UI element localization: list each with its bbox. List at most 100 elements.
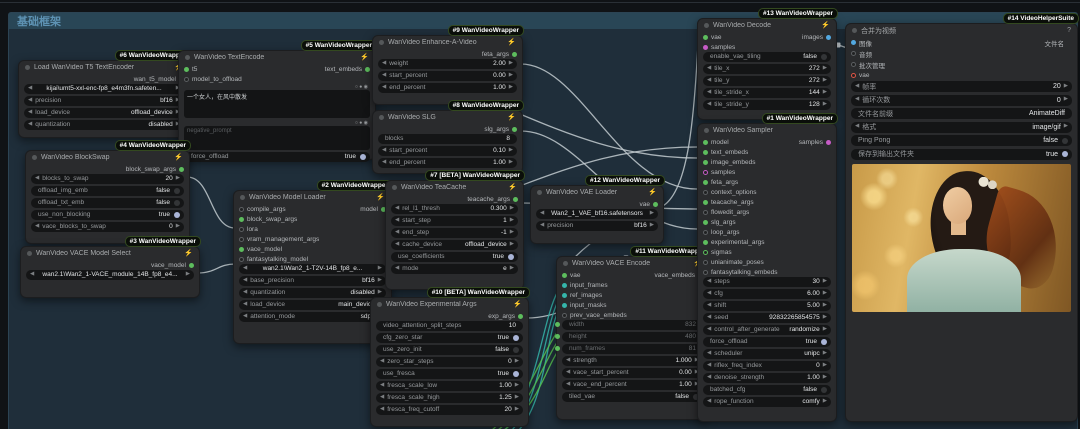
widget-use_fresca[interactable]: use_fresca true: [376, 369, 523, 379]
collapse-dot-icon[interactable]: [537, 190, 542, 195]
vace-model-select-output-vace_model[interactable]: vace_model: [151, 262, 194, 269]
input-port-dot[interactable]: [703, 34, 708, 40]
input-port-dot[interactable]: [851, 62, 856, 67]
widget-height[interactable]: height 480: [554, 332, 703, 342]
input-port-dot[interactable]: [703, 159, 708, 165]
stepper-right-icon[interactable]: ▶: [378, 289, 382, 296]
input-port-dot[interactable]: [562, 312, 567, 318]
widget-force_offload[interactable]: force_offload true: [703, 337, 831, 347]
video-combine-input-批次管理[interactable]: 批次管理: [851, 60, 885, 70]
video-combine-input-vae[interactable]: vae: [851, 72, 869, 79]
widget-保存到输出文件夹[interactable]: 保存到输出文件夹 true: [851, 148, 1072, 160]
sampler-input-samples[interactable]: samples: [703, 169, 735, 176]
sampler-input-loop_args[interactable]: loop_args: [703, 229, 740, 236]
stepper-right-icon[interactable]: ▶: [650, 222, 654, 229]
widget-文件名前缀[interactable]: 文件名前缀 AnimateDiff: [851, 108, 1072, 119]
collapse-dot-icon[interactable]: [704, 23, 709, 28]
model-loader-input-fantasytalking_model[interactable]: fantasytalking_model: [239, 256, 308, 263]
stepper-left-icon[interactable]: ◀: [707, 326, 711, 333]
stepper-left-icon[interactable]: ◀: [243, 301, 247, 308]
widget-fresca_scale_low[interactable]: ◀ fresca_scale_low 1.00 ▶: [376, 381, 523, 391]
input-port-dot[interactable]: [239, 256, 244, 262]
widget-zero_star_steps[interactable]: ◀ zero_star_steps 0 ▶: [376, 357, 523, 367]
teacache-node[interactable]: #7 [BETA] WanVideoWrapper WanVideo TeaCac…: [385, 170, 525, 290]
toggle-off-icon[interactable]: [174, 187, 180, 194]
sampler-input-experimental_args[interactable]: experimental_args: [703, 239, 764, 246]
widget-格式[interactable]: ◀ 格式 image/gif ▶: [851, 121, 1072, 133]
sampler-input-text_embeds[interactable]: text_embeds: [703, 149, 748, 156]
widget-fresca_freq_cutoff[interactable]: ◀ fresca_freq_cutoff 20 ▶: [376, 405, 523, 415]
decode-input-vae[interactable]: vae: [703, 34, 721, 41]
toggle-on-icon[interactable]: [513, 370, 519, 377]
collapse-dot-icon[interactable]: [392, 185, 397, 190]
input-port-dot[interactable]: [239, 236, 244, 242]
widget-tile_y[interactable]: ◀ tile_y 272 ▶: [703, 76, 831, 86]
stepper-left-icon[interactable]: ◀: [707, 398, 711, 405]
input-port-dot[interactable]: [184, 66, 189, 72]
output-port-dot[interactable]: [653, 201, 658, 207]
widget-riflex_freq_index[interactable]: ◀ riflex_freq_index 0 ▶: [703, 361, 831, 371]
output-port-dot[interactable]: [1067, 40, 1072, 45]
input-port-dot[interactable]: [703, 199, 708, 205]
slg-output-slg_args[interactable]: slg_args: [484, 126, 517, 133]
collapse-dot-icon[interactable]: [27, 251, 32, 256]
vae-loader-node[interactable]: #12 WanVideoWrapper WanVideo VAE Loader ⚡ v…: [530, 175, 665, 244]
slg-header[interactable]: WanVideo SLG ⚡: [373, 111, 522, 124]
input-port-dot[interactable]: [703, 269, 708, 275]
sampler-input-flowedit_args[interactable]: flowedit_args: [703, 209, 749, 216]
stepper-right-icon[interactable]: ▶: [510, 265, 514, 272]
vace-encode-input-ref_images[interactable]: ref_images: [562, 292, 602, 299]
widget-width[interactable]: width 832: [554, 320, 703, 330]
collapse-dot-icon[interactable]: [852, 28, 857, 33]
toggle-off-icon[interactable]: [821, 386, 827, 393]
stepper-left-icon[interactable]: ◀: [855, 124, 859, 130]
stepper-right-icon[interactable]: ▶: [823, 398, 827, 405]
stepper-left-icon[interactable]: ◀: [707, 278, 711, 285]
widget-use_zero_init[interactable]: use_zero_init false: [376, 345, 523, 355]
vace-encode-header[interactable]: WanVideo VACE Encode⚡: [557, 257, 708, 270]
widget-start_step[interactable]: ◀ start_step 1 ▶: [391, 216, 518, 226]
stepper-right-icon[interactable]: ▶: [823, 278, 827, 285]
stepper-left-icon[interactable]: ◀: [28, 85, 32, 92]
text-encode-header[interactable]: WanVideo TextEncode ⚡: [179, 51, 375, 64]
stepper-left-icon[interactable]: ◀: [35, 223, 39, 230]
collapse-dot-icon[interactable]: [377, 302, 382, 307]
input-port-dot[interactable]: [239, 216, 244, 222]
widget-blocks_to_swap[interactable]: ◀ blocks_to_swap 20 ▶: [31, 174, 184, 184]
sampler-input-unianimate_poses[interactable]: unianimate_poses: [703, 259, 764, 266]
stepper-right-icon[interactable]: ▶: [823, 89, 827, 96]
widget-cfg_zero_star[interactable]: cfg_zero_star true: [376, 333, 523, 343]
model-loader-header[interactable]: WanVideo Model Loader ⚡: [234, 191, 391, 204]
stepper-left-icon[interactable]: ◀: [243, 277, 247, 284]
stepper-left-icon[interactable]: ◀: [707, 362, 711, 369]
stepper-left-icon[interactable]: ◀: [382, 84, 386, 91]
stepper-right-icon[interactable]: ▶: [823, 362, 827, 369]
sampler-input-context_options[interactable]: context_options: [703, 189, 757, 196]
widget-precision[interactable]: ◀precision bf16▶: [536, 221, 658, 231]
experimental-args-node[interactable]: #10 [BETA] WanVideoWrapper WanVideo Exper…: [370, 287, 530, 427]
output-port-dot[interactable]: [365, 66, 370, 72]
stepper-right-icon[interactable]: ▶: [823, 302, 827, 309]
widget-attention_mode[interactable]: ◀attention_modesdpa▶: [239, 312, 386, 322]
widget-wan2-1-wan2_1-t2v-14b_fp8_e-[interactable]: ◀ wan2.1\Wan2_1-T2V-14B_fp8_e... ▶: [239, 264, 386, 274]
widget-rel_l1_thresh[interactable]: ◀ rel_l1_thresh 0.300 ▶: [391, 204, 518, 214]
slg-node[interactable]: #8 WanVideoWrapper WanVideo SLG ⚡ slg_args b…: [372, 100, 524, 174]
widget-tile_x[interactable]: ◀ tile_x 272 ▶: [703, 64, 831, 74]
stepper-left-icon[interactable]: ◀: [855, 97, 859, 103]
widget-rope_function[interactable]: ◀ rope_function comfy ▶: [703, 397, 831, 407]
widget-denoise_strength[interactable]: ◀ denoise_strength 1.00 ▶: [703, 373, 831, 383]
model-loader-input-block_swap_args[interactable]: block_swap_args: [239, 216, 297, 223]
stepper-right-icon[interactable]: ▶: [378, 265, 382, 272]
help-icon[interactable]: ?: [1067, 27, 1071, 34]
input-port-dot[interactable]: [851, 40, 856, 45]
stepper-left-icon[interactable]: ◀: [35, 175, 39, 182]
load-t5-output-wan_t5_model[interactable]: wan_t5_model: [134, 76, 184, 83]
stepper-left-icon[interactable]: ◀: [566, 381, 570, 388]
toggle-off-icon[interactable]: [174, 199, 180, 206]
input-port-dot[interactable]: [703, 149, 708, 155]
input-port-dot[interactable]: [703, 139, 708, 145]
stepper-right-icon[interactable]: ▶: [650, 210, 654, 217]
stepper-left-icon[interactable]: ◀: [28, 97, 32, 104]
widget-quantization[interactable]: ◀quantizationdisabled▶: [24, 120, 184, 130]
widget-seed[interactable]: ◀ seed 92832265854575 ▶: [703, 313, 831, 323]
